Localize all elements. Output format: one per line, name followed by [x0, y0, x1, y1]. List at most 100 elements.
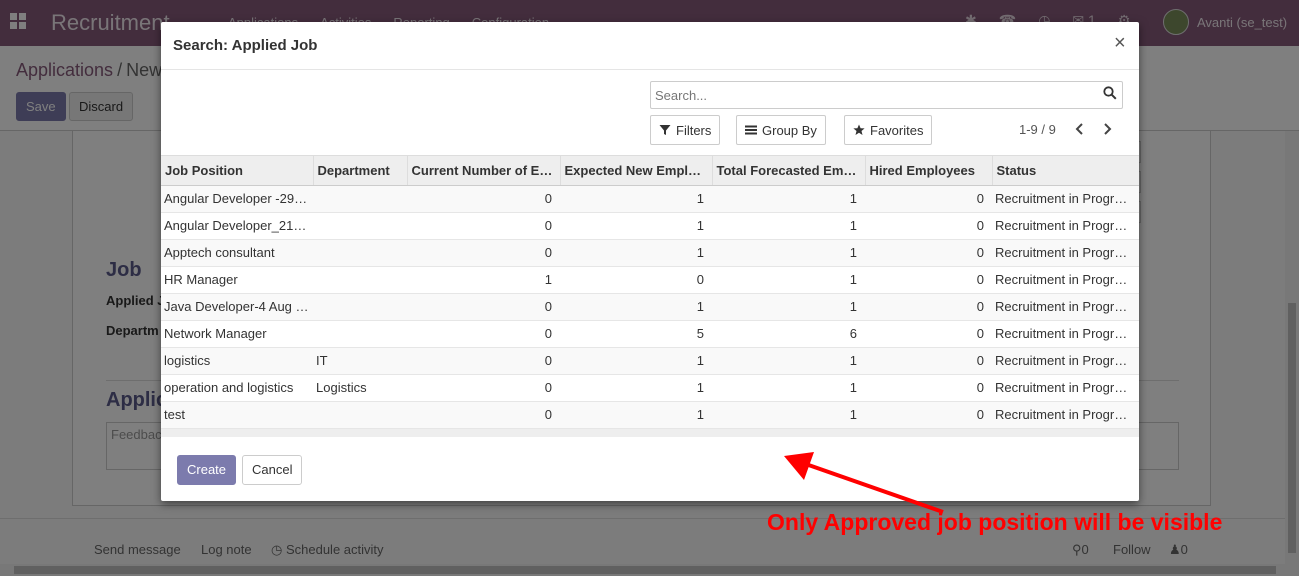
filter-icon [659, 125, 671, 135]
cell-status: Recruitment in Progr… [995, 191, 1128, 206]
cell-department: IT [316, 353, 328, 368]
cell-hired-employees: 0 [976, 380, 984, 395]
cell-hired-employees: 0 [976, 191, 984, 206]
cell-forecasted-employees: 1 [849, 353, 857, 368]
cell-hired-employees: 0 [976, 272, 984, 287]
cell-status: Recruitment in Progr… [995, 407, 1128, 422]
cell-hired-employees: 0 [976, 407, 984, 422]
cell-expected-employees: 1 [696, 218, 704, 233]
column-header-department[interactable]: Department [313, 156, 408, 186]
modal-header: Search: Applied Job × [161, 22, 1139, 70]
cell-job-position: Angular Developer -29… [164, 191, 308, 206]
column-header-job-position[interactable]: Job Position [161, 156, 314, 186]
cell-forecasted-employees: 1 [849, 299, 857, 314]
cell-expected-employees: 1 [696, 407, 704, 422]
cell-forecasted-employees: 1 [849, 407, 857, 422]
cell-department [313, 293, 407, 320]
cell-job-position: Apptech consultant [164, 245, 275, 260]
annotation-arrow [784, 452, 944, 514]
cancel-button[interactable]: Cancel [242, 455, 303, 485]
cell-department [313, 266, 407, 293]
favorites-button[interactable]: Favorites [844, 115, 933, 145]
cell-expected-employees: 1 [696, 299, 704, 314]
table-row[interactable]: Apptech consultant 0 1 1 0 Recruitment in Pro… [161, 239, 1139, 266]
cell-hired-employees: 0 [976, 299, 984, 314]
cell-job-position: HR Manager [164, 272, 238, 287]
modal-footer: Create Cancel [161, 439, 1139, 501]
cell-status: Recruitment in Progr… [995, 218, 1128, 233]
cell-expected-employees: 1 [696, 353, 704, 368]
cell-forecasted-employees: 1 [849, 218, 857, 233]
table-row[interactable]: Angular Developer -29… 0 1 1 0 Recruitment in… [161, 185, 1139, 212]
job-list: Job Position Department Current Number o… [161, 155, 1139, 439]
cell-department [313, 320, 407, 347]
cell-forecasted-employees: 1 [849, 272, 857, 287]
cell-job-position: operation and logistics [164, 380, 294, 395]
cell-current-employees: 0 [544, 407, 552, 422]
cell-hired-employees: 0 [976, 326, 984, 341]
table-row[interactable]: HR Manager 1 0 1 0 Recruitment in Progr… [161, 266, 1139, 293]
cell-forecasted-employees: 6 [849, 326, 857, 341]
table-footer [161, 428, 1139, 437]
cell-department [313, 239, 407, 266]
cell-current-employees: 0 [544, 218, 552, 233]
star-icon [853, 124, 865, 135]
column-header-status[interactable]: Status [992, 156, 1139, 186]
cell-status: Recruitment in Progr… [995, 353, 1128, 368]
column-header-forecasted-employees[interactable]: Total Forecasted Em… [712, 156, 866, 186]
chevron-right-icon[interactable] [1100, 120, 1114, 138]
cell-current-employees: 0 [544, 245, 552, 260]
column-header-current-employees[interactable]: Current Number of E… [407, 156, 561, 186]
table-row[interactable]: Angular Developer_21… 0 1 1 0 Recruitment in … [161, 212, 1139, 239]
cell-current-employees: 0 [544, 380, 552, 395]
cell-job-position: test [164, 407, 185, 422]
filters-button[interactable]: Filters [650, 115, 721, 145]
search-bar [650, 81, 1123, 109]
cell-expected-employees: 1 [696, 380, 704, 395]
table-row[interactable]: Java Developer-4 Aug … 0 1 1 0 Recruitment in… [161, 293, 1139, 320]
cell-expected-employees: 1 [696, 245, 704, 260]
search-input[interactable] [651, 82, 1091, 108]
close-icon[interactable]: × [1114, 33, 1126, 53]
cell-hired-employees: 0 [976, 245, 984, 260]
annotation-text: Only Approved job position will be visib… [767, 509, 1223, 535]
cell-department: Logistics [316, 380, 367, 395]
cell-forecasted-employees: 1 [849, 380, 857, 395]
cell-department [313, 401, 407, 428]
cell-job-position: Java Developer-4 Aug … [164, 299, 309, 314]
list-icon [745, 125, 757, 135]
group-by-label: Group By [762, 122, 817, 138]
favorites-label: Favorites [870, 122, 924, 138]
chevron-left-icon[interactable] [1073, 120, 1087, 138]
cell-status: Recruitment in Progr… [995, 299, 1128, 314]
cell-current-employees: 1 [544, 272, 552, 287]
table-row[interactable]: operation and logistics Logistics 0 1 1 0 Recr… [161, 374, 1139, 401]
filters-label: Filters [676, 122, 712, 138]
job-table: Job Position Department Current Number o… [161, 156, 1139, 429]
table-row[interactable]: logistics IT 0 1 1 0 Recruitment in Progr… [161, 347, 1139, 374]
column-header-hired-employees[interactable]: Hired Employees [865, 156, 993, 186]
table-row[interactable]: test 0 1 1 0 Recruitment in Progr… [161, 401, 1139, 428]
cell-current-employees: 0 [544, 299, 552, 314]
cell-forecasted-employees: 1 [849, 191, 857, 206]
cell-expected-employees: 5 [696, 326, 704, 341]
group-by-button[interactable]: Group By [736, 115, 826, 145]
cell-hired-employees: 0 [976, 353, 984, 368]
cell-status: Recruitment in Progr… [995, 326, 1128, 341]
cell-current-employees: 0 [544, 326, 552, 341]
cell-current-employees: 0 [544, 353, 552, 368]
cell-forecasted-employees: 1 [849, 245, 857, 260]
search-applied-job-dialog: Search: Applied Job × Filters Group By F… [161, 22, 1139, 501]
modal-title: Search: Applied Job [173, 37, 318, 54]
cell-status: Recruitment in Progr… [995, 245, 1128, 260]
table-header-row: Job Position Department Current Number o… [161, 156, 1139, 186]
create-button[interactable]: Create [177, 455, 237, 485]
cell-job-position: Angular Developer_21… [164, 218, 307, 233]
cell-department [313, 185, 407, 212]
cell-status: Recruitment in Progr… [995, 380, 1128, 395]
pager-value[interactable]: 1-9 / 9 [1019, 122, 1056, 137]
column-header-expected-employees[interactable]: Expected New Empl… [560, 156, 713, 186]
table-row[interactable]: Network Manager 0 5 6 0 Recruitment in Progr… [161, 320, 1139, 347]
cell-expected-employees: 1 [696, 191, 704, 206]
search-icon[interactable] [1103, 86, 1117, 100]
